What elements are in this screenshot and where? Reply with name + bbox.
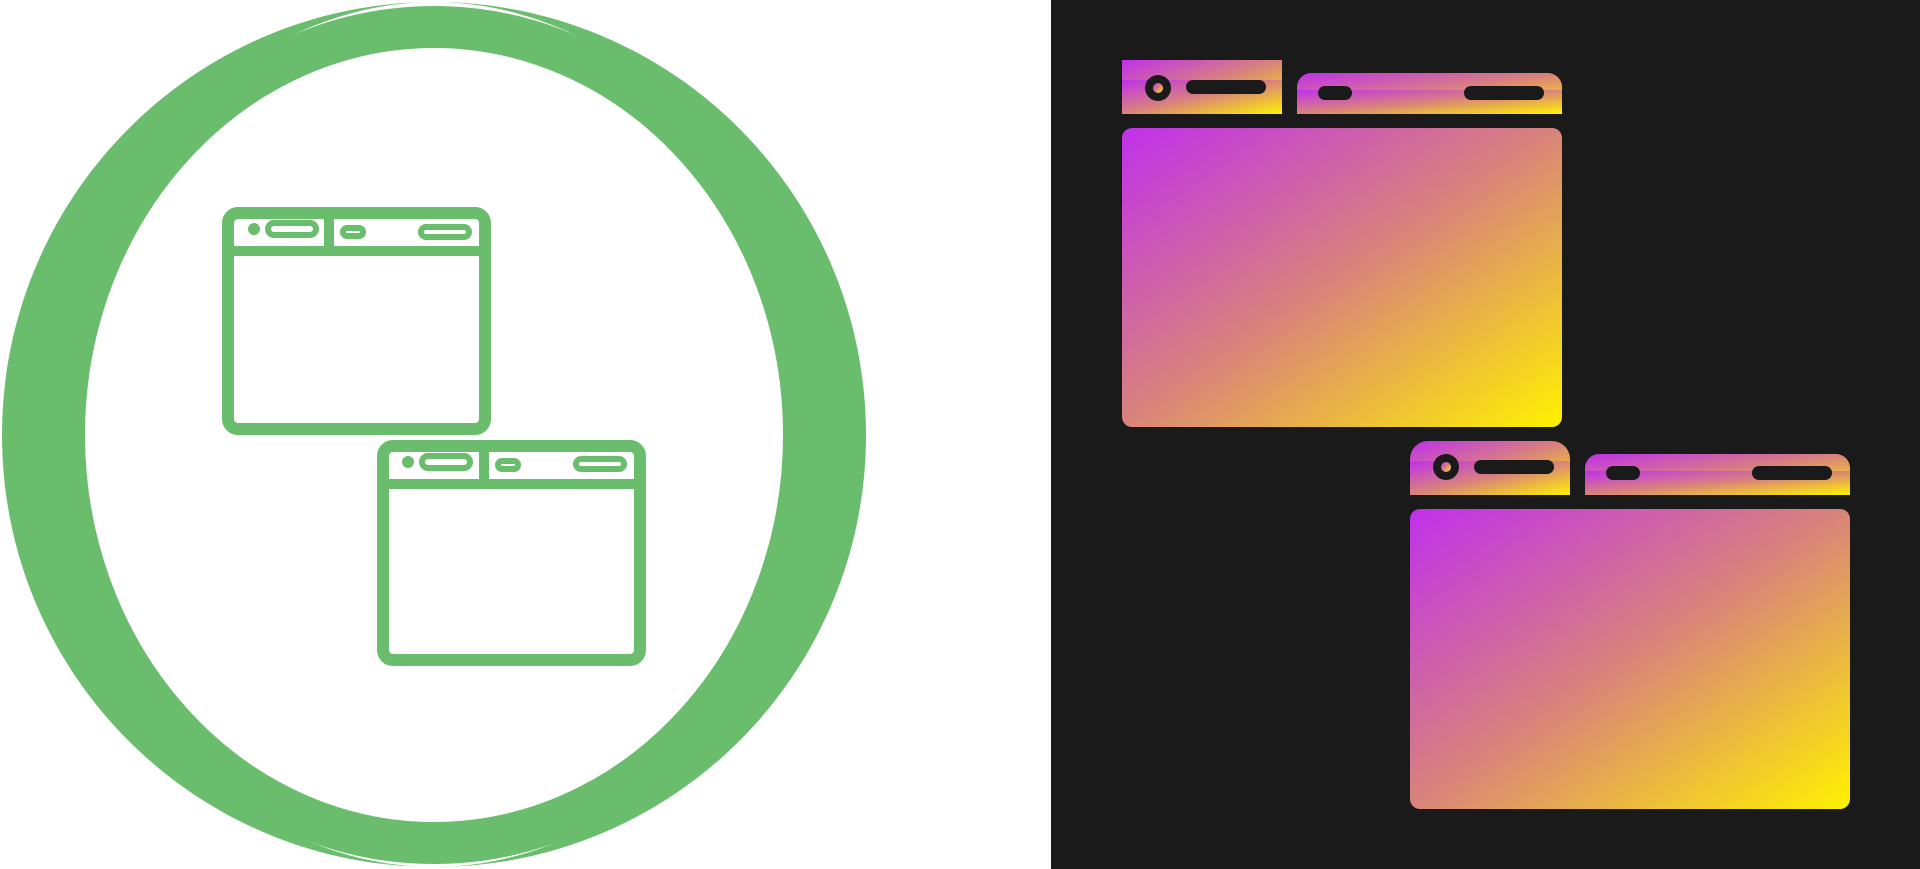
outline-panel xyxy=(0,0,1050,869)
gradient-panel xyxy=(1051,0,1920,869)
icon-comparison-canvas xyxy=(0,0,1920,869)
